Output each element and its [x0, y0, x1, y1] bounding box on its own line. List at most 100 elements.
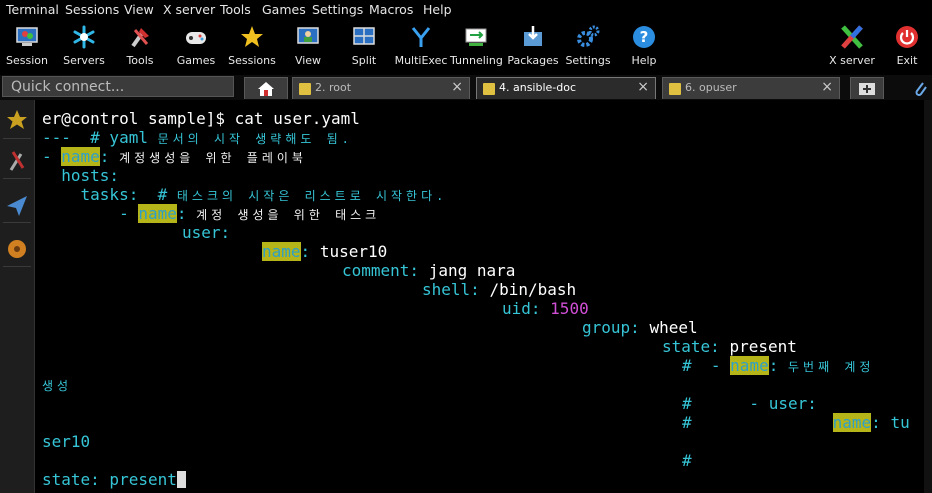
close-icon[interactable]: × — [821, 79, 833, 95]
terminal-line: name: tuser10 — [262, 242, 387, 261]
key-name: name — [138, 204, 177, 223]
terminal-line: - name: 계정 생성을 위한 태스크 — [42, 204, 380, 223]
close-icon[interactable]: × — [451, 79, 463, 95]
packages-button[interactable]: Packages — [506, 21, 560, 71]
comment-text: 두번째 계정 — [787, 360, 875, 374]
tunneling-button[interactable]: Tunneling — [450, 21, 503, 71]
menu-macros[interactable]: Macros — [369, 2, 413, 17]
menu-settings[interactable]: Settings — [312, 2, 363, 17]
tab-opuser[interactable]: 6. opuser × — [662, 77, 840, 99]
colon: : — [300, 242, 311, 261]
terminal-tab-icon — [669, 83, 681, 95]
terminal-output[interactable]: er@control sample]$ cat user.yaml --- # … — [36, 104, 923, 493]
menu-view[interactable]: View — [124, 2, 154, 17]
gear-icon — [577, 25, 600, 47]
tools-icon — [9, 151, 25, 171]
servers-icon — [73, 25, 95, 49]
exit-button[interactable]: Exit — [884, 21, 930, 71]
view-button[interactable]: View — [284, 21, 332, 71]
value-number: 1500 — [550, 299, 589, 318]
view-label: View — [294, 54, 322, 67]
key-comment: comment: — [342, 261, 420, 280]
split-button[interactable]: Split — [340, 21, 388, 71]
menu-tools[interactable]: Tools — [220, 2, 251, 17]
sidebar-favorites[interactable] — [3, 104, 31, 139]
session-button[interactable]: Session — [2, 21, 52, 71]
star-icon — [7, 110, 27, 129]
comment-text: ser10 — [42, 432, 91, 451]
close-icon[interactable]: × — [637, 79, 649, 95]
terminal-line: state: present — [662, 337, 797, 356]
packages-label: Packages — [507, 54, 559, 67]
quick-connect-input[interactable]: Quick connect... — [2, 76, 234, 97]
macro-icon — [8, 240, 26, 258]
paper-plane-icon — [7, 196, 27, 216]
session-icon — [16, 27, 38, 46]
servers-button[interactable]: Servers — [58, 21, 110, 71]
sidebar-send[interactable] — [3, 188, 31, 223]
key-shell: shell: — [422, 280, 480, 299]
terminal-scrollbar[interactable] — [924, 100, 932, 493]
new-tab-button[interactable] — [850, 77, 884, 99]
settings-button[interactable]: Settings — [562, 21, 614, 71]
toolbar: Session Servers Tools Games Sessions Vie… — [0, 21, 932, 74]
menu-x-server[interactable]: X server — [163, 2, 215, 17]
tab-title: 4. ansible-doc — [499, 81, 577, 94]
terminal-line: # — [682, 451, 692, 470]
value-text: /bin/bash — [489, 280, 577, 299]
menu-sessions[interactable]: Sessions — [65, 2, 119, 17]
games-button[interactable]: Games — [172, 21, 220, 71]
value-text: present — [729, 337, 797, 356]
home-icon — [258, 82, 274, 96]
left-sidebar — [0, 100, 35, 493]
value-text: jang nara — [428, 261, 516, 280]
key-hosts: hosts: — [42, 166, 120, 185]
power-icon — [896, 26, 918, 48]
tools-icon — [131, 28, 149, 48]
sidebar-tools[interactable] — [3, 144, 31, 179]
menu-help[interactable]: Help — [423, 2, 452, 17]
terminal-line: # name: tu — [682, 413, 910, 432]
comment-text: # — [682, 413, 692, 432]
comment-text: 태스크의 시작은 리스트로 시작한다. — [176, 189, 448, 203]
help-label: Help — [631, 54, 657, 67]
key-group: group: — [582, 318, 640, 337]
colon: : — [176, 204, 187, 223]
list-dash: - — [42, 147, 62, 166]
comment-text: 생성 — [42, 379, 73, 393]
value-text: wheel — [649, 318, 698, 337]
packages-icon — [524, 26, 542, 46]
tab-title: 2. root — [315, 81, 352, 94]
x-server-button[interactable]: X server — [826, 21, 878, 71]
help-icon: ? — [633, 26, 655, 48]
exit-label: Exit — [896, 54, 918, 67]
terminal-line: comment: jang nara — [342, 261, 515, 280]
terminal-line: # - name: 두번째 계정 — [682, 356, 874, 375]
tab-root[interactable]: 2. root × — [292, 77, 470, 99]
colon: : — [871, 413, 881, 432]
key-state: state: — [662, 337, 720, 356]
key-tasks: tasks: # — [42, 185, 177, 204]
plus-icon — [859, 83, 875, 95]
paperclip-icon[interactable] — [912, 79, 928, 97]
tools-label: Tools — [126, 54, 154, 67]
home-tab[interactable] — [244, 77, 288, 99]
value-text: tuser10 — [319, 242, 388, 261]
prompt-text: er@control sample]$ cat user.yaml — [42, 109, 360, 128]
help-button[interactable]: ? Help — [620, 21, 668, 71]
split-icon — [353, 27, 375, 45]
terminal-line: 생성 — [42, 375, 72, 394]
multiexec-label: MultiExec — [394, 54, 448, 67]
tab-title: 6. opuser — [685, 81, 737, 94]
menu-games[interactable]: Games — [262, 2, 306, 17]
terminal-line: tasks: # 태스크의 시작은 리스트로 시작한다. — [42, 185, 447, 204]
tools-button[interactable]: Tools — [116, 21, 164, 71]
tab-ansible-doc[interactable]: 4. ansible-doc × — [476, 77, 656, 99]
multiexec-button[interactable]: MultiExec — [394, 21, 448, 71]
servers-label: Servers — [63, 54, 105, 67]
terminal-line: user: — [182, 223, 230, 242]
sidebar-macros[interactable] — [3, 232, 31, 267]
sessions-button[interactable]: Sessions — [228, 21, 276, 71]
key-name: name — [730, 356, 769, 375]
menu-terminal[interactable]: Terminal — [6, 2, 59, 17]
